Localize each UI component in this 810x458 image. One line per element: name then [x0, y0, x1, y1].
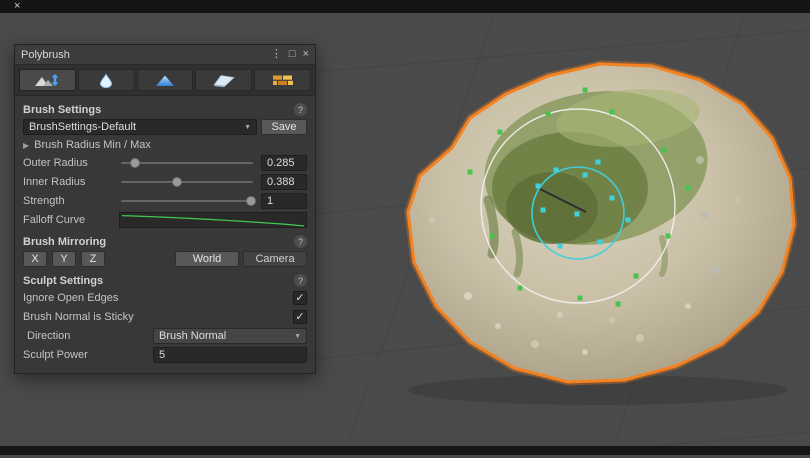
slider-handle[interactable]	[172, 177, 182, 187]
brush-normal-sticky-label: Brush Normal is Sticky	[23, 311, 134, 323]
sculpt-icon	[34, 73, 60, 88]
slider-handle[interactable]	[246, 196, 256, 206]
panel-title: Polybrush	[21, 49, 70, 61]
mirror-x-button[interactable]: X	[23, 251, 47, 267]
save-button[interactable]: Save	[261, 119, 307, 135]
brush-mirroring-header: Brush Mirroring ?	[23, 235, 307, 248]
tab-texture-blend[interactable]	[254, 69, 311, 91]
texture-bricks-icon	[270, 73, 296, 88]
brush-normal-sticky-checkbox[interactable]: ✓	[293, 310, 307, 324]
falloff-curve-label: Falloff Curve	[23, 214, 119, 226]
inner-radius-slider[interactable]	[119, 174, 255, 190]
window-top-bar: ×	[0, 0, 810, 13]
outer-radius-value[interactable]: 0.285	[261, 155, 307, 171]
tab-smooth[interactable]	[78, 69, 135, 91]
panel-titlebar[interactable]: Polybrush ⋮ □ ×	[15, 45, 315, 65]
paint-triangle-icon	[152, 73, 178, 88]
prefab-icon	[211, 73, 237, 88]
strength-label: Strength	[23, 195, 119, 207]
falloff-curve-graph	[120, 213, 306, 227]
check-icon: ✓	[295, 312, 304, 323]
direction-dropdown[interactable]: Brush Normal ▼	[153, 328, 307, 344]
polybrush-panel: Polybrush ⋮ □ ×	[14, 44, 316, 374]
mirror-space-world-button[interactable]: World	[175, 251, 239, 267]
ignore-open-edges-checkbox[interactable]: ✓	[293, 291, 307, 305]
chevron-down-icon: ▼	[294, 333, 301, 340]
check-icon: ✓	[295, 293, 304, 304]
sculpt-power-label: Sculpt Power	[23, 349, 119, 361]
mode-tabbar	[15, 65, 315, 96]
brush-preset-dropdown[interactable]: BrushSettings-Default ▼	[23, 119, 257, 135]
help-icon[interactable]: ?	[294, 103, 307, 116]
outer-radius-label: Outer Radius	[23, 157, 119, 169]
strength-value[interactable]: 1	[261, 193, 307, 209]
mirror-z-button[interactable]: Z	[81, 251, 105, 267]
brush-radius-foldout[interactable]: ▶ Brush Radius Min / Max	[23, 139, 307, 151]
water-drop-icon	[93, 73, 119, 88]
sculpt-settings-header: Sculpt Settings ?	[23, 274, 307, 287]
slider-track	[121, 181, 253, 183]
close-icon[interactable]: ×	[303, 49, 309, 60]
panel-menu-icon[interactable]: ⋮	[271, 49, 282, 60]
strength-slider[interactable]	[119, 193, 255, 209]
slider-handle[interactable]	[130, 158, 140, 168]
ignore-open-edges-label: Ignore Open Edges	[23, 292, 118, 304]
mirror-space-camera-button[interactable]: Camera	[243, 251, 307, 267]
mirror-y-button[interactable]: Y	[52, 251, 76, 267]
window-close-icon[interactable]: ×	[14, 1, 20, 12]
window-bottom-bar	[0, 446, 810, 455]
slider-track	[121, 200, 253, 202]
maximize-icon[interactable]: □	[289, 49, 296, 60]
help-icon[interactable]: ?	[294, 274, 307, 287]
tab-sculpt[interactable]	[19, 69, 76, 91]
brush-settings-header: Brush Settings ?	[23, 103, 307, 116]
foldout-arrow-icon: ▶	[23, 141, 29, 150]
sculpt-power-input[interactable]: 5	[153, 347, 307, 363]
outer-radius-slider[interactable]	[119, 155, 255, 171]
help-icon[interactable]: ?	[294, 235, 307, 248]
chevron-down-icon: ▼	[244, 124, 251, 131]
inner-radius-label: Inner Radius	[23, 176, 119, 188]
falloff-curve-field[interactable]	[119, 212, 307, 228]
direction-label: Direction	[23, 330, 119, 342]
inner-radius-value[interactable]: 0.388	[261, 174, 307, 190]
tab-paint-vertex-colors[interactable]	[137, 69, 194, 91]
tab-prefab-scattering[interactable]	[195, 69, 252, 91]
slider-track	[121, 162, 253, 164]
